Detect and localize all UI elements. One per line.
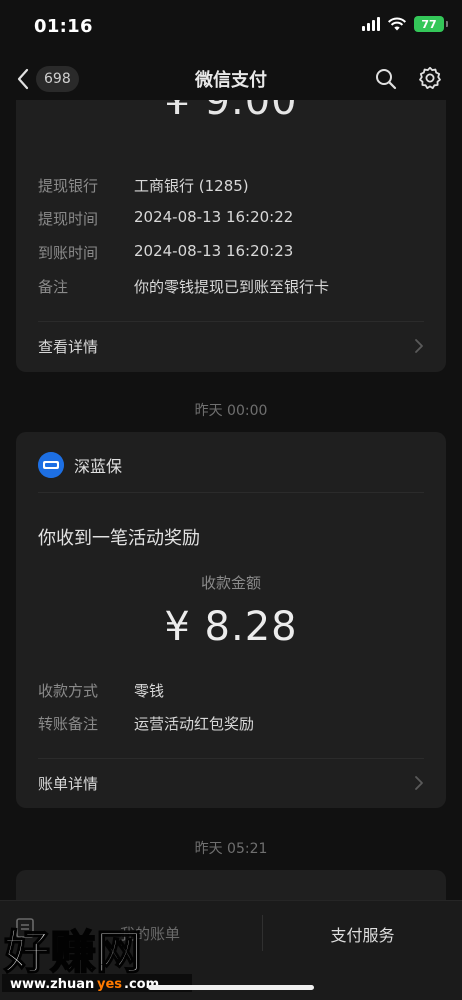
detail-key: 到账时间 [38, 244, 99, 262]
message-title: 你收到一笔活动奖励 [38, 528, 200, 549]
chevron-right-icon [415, 776, 423, 790]
status-bar: 01:16 77 [0, 0, 462, 56]
gear-icon[interactable] [418, 66, 442, 90]
detail-value: 零钱 [134, 682, 165, 700]
detail-row: 提现银行 工商银行 (1285) [38, 175, 249, 196]
detail-value: 2024-08-13 16:20:23 [134, 242, 294, 260]
divider [38, 492, 424, 493]
detail-key: 转账备注 [38, 715, 99, 733]
battery-icon: 77 [414, 16, 448, 32]
detail-row: 提现时间 2024-08-13 16:20:22 [38, 208, 293, 229]
bill-details-label: 账单详情 [38, 775, 99, 793]
merchant-header[interactable]: 深蓝保 [38, 452, 122, 478]
search-icon[interactable] [374, 67, 398, 91]
status-icons: 77 [362, 16, 448, 32]
chevron-right-icon [415, 339, 423, 353]
amount-caption: 收款金额 [200, 574, 261, 592]
payment-services-tab[interactable]: 支付服务 [263, 901, 462, 963]
merchant-name: 深蓝保 [74, 457, 123, 476]
bill-details-link[interactable]: 账单详情 [16, 759, 446, 807]
detail-value: 2024-08-13 16:20:22 [134, 208, 294, 226]
detail-row: 备注 你的零钱提现已到账至银行卡 [38, 276, 329, 297]
detail-row: 收款方式 零钱 [38, 680, 164, 701]
home-indicator[interactable] [148, 985, 314, 990]
status-time: 01:16 [34, 16, 93, 37]
view-details-label: 查看详情 [38, 338, 99, 356]
time-separator: 昨天 05:21 [194, 841, 268, 857]
detail-key: 提现时间 [38, 210, 99, 228]
withdraw-notification-card: ¥ 9.00 提现银行 工商银行 (1285) 提现时间 2024-08-13 … [16, 100, 446, 372]
received-amount: ¥ 8.28 [164, 604, 298, 650]
detail-value: 你的零钱提现已到账至银行卡 [134, 278, 330, 296]
watermark-logo: 好赚网 www.zhuan yes .com [2, 924, 192, 992]
time-separator: 昨天 00:00 [194, 403, 268, 419]
svg-text:yes: yes [97, 977, 122, 992]
svg-text:www.zhuan: www.zhuan [10, 977, 94, 992]
cellular-signal-icon [362, 17, 380, 31]
detail-row: 转账备注 运营活动红包奖励 [38, 713, 254, 734]
svg-text:好赚网: 好赚网 [3, 925, 142, 979]
payment-services-label: 支付服务 [330, 926, 395, 945]
detail-key: 收款方式 [38, 682, 99, 700]
detail-row: 到账时间 2024-08-13 16:20:23 [38, 242, 293, 263]
detail-value: 工商银行 (1285) [134, 177, 249, 195]
nav-bar: 698 微信支付 [0, 56, 462, 102]
withdraw-amount: ¥ 9.00 [164, 100, 298, 124]
view-details-link[interactable]: 查看详情 [16, 322, 446, 370]
detail-key: 提现银行 [38, 177, 99, 195]
wifi-icon [387, 17, 407, 31]
merchant-logo [38, 452, 64, 478]
detail-key: 备注 [38, 278, 69, 296]
detail-value: 运营活动红包奖励 [134, 715, 255, 733]
reward-notification-card: 深蓝保 你收到一笔活动奖励 收款金额 ¥ 8.28 收款方式 零钱 转账备注 运… [16, 432, 446, 808]
